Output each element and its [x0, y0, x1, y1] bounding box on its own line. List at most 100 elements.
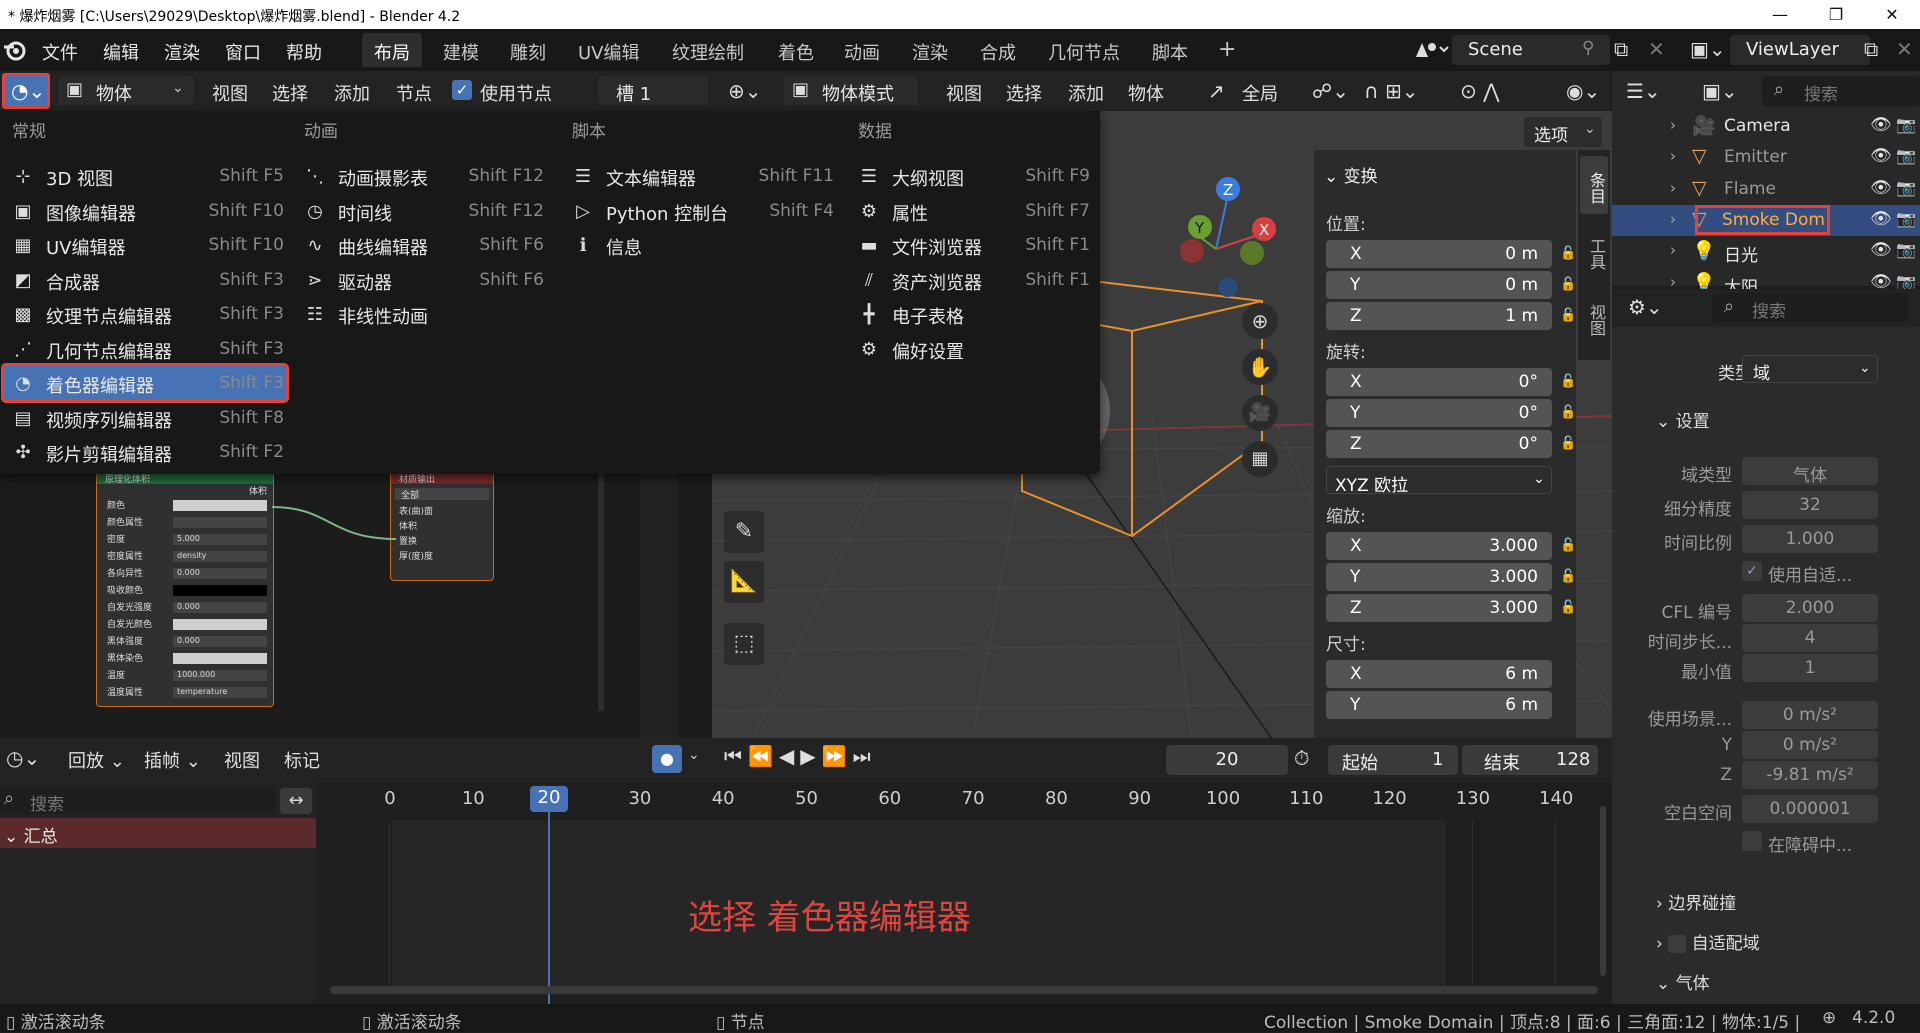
add-workspace-button[interactable]: + [1206, 31, 1248, 65]
property-checkbox[interactable]: ✓ [1742, 561, 1762, 581]
property-field[interactable]: 气体 [1742, 457, 1878, 486]
outliner-item-name[interactable]: 日光 [1724, 241, 1758, 266]
tab-view[interactable]: 视图 [1580, 288, 1608, 346]
transform-scale-y[interactable]: Y 3.000 [1326, 562, 1552, 591]
output-target[interactable]: 全部 [395, 488, 489, 501]
viewlayer-selector-icon[interactable]: ▣⌄ [1690, 37, 1726, 61]
property-field[interactable]: -9.81 m/s² [1742, 761, 1878, 789]
menu-item-asset-browser[interactable]: ⫽ 资产浏览器 Shift F1 [858, 263, 1090, 297]
timeline-vscrollbar[interactable] [1600, 806, 1606, 976]
lock-icon[interactable]: 🔓 [1560, 308, 1576, 323]
record-icon[interactable]: ● [652, 745, 682, 773]
node-socket-row[interactable]: 密度属性 density [97, 549, 273, 566]
outliner-item-name[interactable]: Smoke Dom [1695, 204, 1830, 235]
timeline-search-input[interactable]: ⌕ 搜索 [0, 786, 276, 815]
transform-rotation-z[interactable]: Z 0° [1326, 429, 1552, 458]
outliner-row[interactable]: › 💡 日光 👁 📷 [1612, 236, 1920, 267]
zoom-icon[interactable]: ⊕ [1242, 303, 1278, 339]
property-field[interactable]: 1.000 [1742, 525, 1878, 553]
socket-value[interactable]: temperature [173, 687, 267, 698]
pivot-icon[interactable]: ☍⌄ [1312, 79, 1349, 103]
object-selector[interactable]: ▣ 物体 ⌄ [58, 76, 194, 106]
render-camera-icon[interactable]: 📷 [1896, 146, 1916, 165]
viewlayer-field[interactable]: ViewLayer [1730, 35, 1870, 65]
swap-icon[interactable]: ↔ [280, 788, 312, 814]
tab-tool[interactable]: 工具 [1580, 222, 1608, 280]
use-nodes-checkbox[interactable]: ✓ [452, 80, 472, 100]
node-socket-row[interactable]: 颜色属性 [97, 515, 273, 532]
viewport-menu-view[interactable]: 视图 [946, 80, 982, 106]
chevron-down-icon[interactable]: ⌄ [688, 747, 700, 763]
socket-value[interactable] [173, 653, 267, 664]
socket-value[interactable] [173, 585, 267, 596]
node-menu-view[interactable]: 视图 [212, 80, 248, 106]
expand-icon[interactable]: › [1670, 210, 1676, 228]
transform-dimensions-x[interactable]: X 6 m [1326, 660, 1552, 688]
pan-hand-icon[interactable]: ✋ [1242, 349, 1278, 385]
expand-icon[interactable]: › [1670, 116, 1676, 134]
lock-icon[interactable]: 🔓 [1560, 538, 1576, 553]
node-socket-row[interactable]: 吸收颜色 [97, 583, 273, 600]
delete-viewlayer-icon[interactable]: ✕ [1896, 37, 1913, 61]
menu-item-uv-editor[interactable]: ▦ UV编辑器 Shift F10 [12, 228, 284, 262]
property-field[interactable]: 2.000 [1742, 594, 1878, 622]
measure-tool-icon[interactable]: 📐 [724, 561, 764, 603]
eye-icon[interactable]: 👁 [1870, 240, 1892, 260]
perspective-grid-icon[interactable]: ▦ [1242, 441, 1278, 477]
menu-item-clip-editor[interactable]: ✣ 影片剪辑编辑器 Shift F2 [12, 435, 284, 469]
visibility-icon[interactable]: ◉⌄ [1566, 79, 1600, 103]
scene-selector-icon[interactable] [1412, 35, 1450, 65]
lock-icon[interactable]: 🔓 [1560, 246, 1576, 261]
adaptive-section-header[interactable]: › 自适配域 [1656, 929, 1760, 954]
viewport-editor-type-icon[interactable]: ⊕⌄ [728, 79, 762, 103]
proportional-edit-icon[interactable]: ⊙ ⋀ [1460, 79, 1500, 103]
node-socket-row[interactable]: 黑体染色 [97, 651, 273, 668]
property-field[interactable]: 32 [1742, 491, 1878, 519]
socket-value[interactable]: 0.000 [173, 636, 267, 647]
outliner-row[interactable]: › ▽ Smoke Dom 👁 📷 [1612, 204, 1920, 236]
menu-item-image-editor[interactable]: ▣ 图像编辑器 Shift F10 [12, 194, 284, 228]
maximize-button[interactable]: ❐ [1808, 0, 1864, 29]
eye-icon[interactable]: 👁 [1870, 146, 1892, 166]
principled-volume-node[interactable]: 原理化体积 体积 颜色 颜色属性 密度 5.000 密度属性 density 各向异性 0.0… [96, 471, 274, 707]
display-mode-icon[interactable]: ▣⌄ [1702, 79, 1738, 103]
transform-location-z[interactable]: Z 1 m [1326, 301, 1552, 330]
menu-item-dopesheet[interactable]: ⋱ 动画摄影表 Shift F12 [304, 159, 544, 193]
menu-item-timeline[interactable]: ◷ 时间线 Shift F12 [304, 194, 544, 228]
output-socket-row[interactable]: 表(曲)面 [391, 504, 493, 519]
socket-value[interactable]: 1000.000 [173, 670, 267, 681]
slot-selector[interactable]: 槽 1 [598, 76, 708, 106]
add-cube-tool-icon[interactable]: ⬚ [724, 623, 764, 665]
transform-location-x[interactable]: X 0 m [1326, 240, 1552, 268]
tab-layout[interactable]: 布局 [362, 33, 422, 67]
timeline-menu-keying[interactable]: 插帧 ⌄ [144, 747, 201, 773]
pin-icon[interactable]: ⚲ [1582, 38, 1594, 58]
node-socket-row[interactable]: 颜色 [97, 498, 273, 515]
outliner-row[interactable]: › ▽ Emitter 👁 📷 [1612, 142, 1920, 173]
socket-value[interactable]: density [173, 551, 267, 562]
tab-sculpting[interactable]: 雕刻 [498, 33, 558, 67]
outliner-item-name[interactable]: Flame [1724, 179, 1776, 199]
blender-logo-icon[interactable] [2, 37, 28, 63]
timeline-body[interactable]: ⌕ 搜索 ↔ ⌄ 汇总 0 10 20 30 40 50 60 70 80 90 100 110 120… [0, 782, 1612, 1004]
new-scene-icon[interactable]: ⧉ [1614, 37, 1628, 61]
menu-window[interactable]: 窗口 [225, 39, 261, 65]
menu-item-3d-view[interactable]: ⊹ 3D 视图 Shift F5 [12, 159, 284, 193]
transform-orientation-icon[interactable]: ↗ [1208, 79, 1225, 103]
properties-search-input[interactable]: ⌕ 搜索 [1712, 293, 1908, 323]
timeline-menu-marker[interactable]: 标记 [284, 747, 320, 773]
render-camera-icon[interactable]: 📷 [1896, 115, 1916, 134]
adaptive-checkbox[interactable] [1668, 935, 1687, 953]
lock-icon[interactable]: 🔓 [1560, 436, 1576, 451]
stopwatch-icon[interactable]: ⏱ [1294, 746, 1310, 770]
expand-icon[interactable]: › [1670, 241, 1676, 259]
property-field[interactable]: 0 m/s² [1742, 701, 1878, 729]
menu-item-info[interactable]: ℹ 信息 [572, 228, 834, 262]
tab-compositing[interactable]: 合成 [968, 33, 1028, 67]
timeline-hscrollbar[interactable] [330, 986, 1598, 994]
end-frame-field[interactable]: 结束 128 [1462, 745, 1598, 775]
menu-item-shader-editor[interactable]: ◔ 着色器编辑器 Shift F3 [1, 363, 289, 403]
lock-icon[interactable]: 🔓 [1560, 569, 1576, 584]
menu-item-texture-node[interactable]: ▩ 纹理节点编辑器 Shift F3 [12, 297, 284, 331]
socket-value[interactable]: 5.000 [173, 534, 267, 545]
